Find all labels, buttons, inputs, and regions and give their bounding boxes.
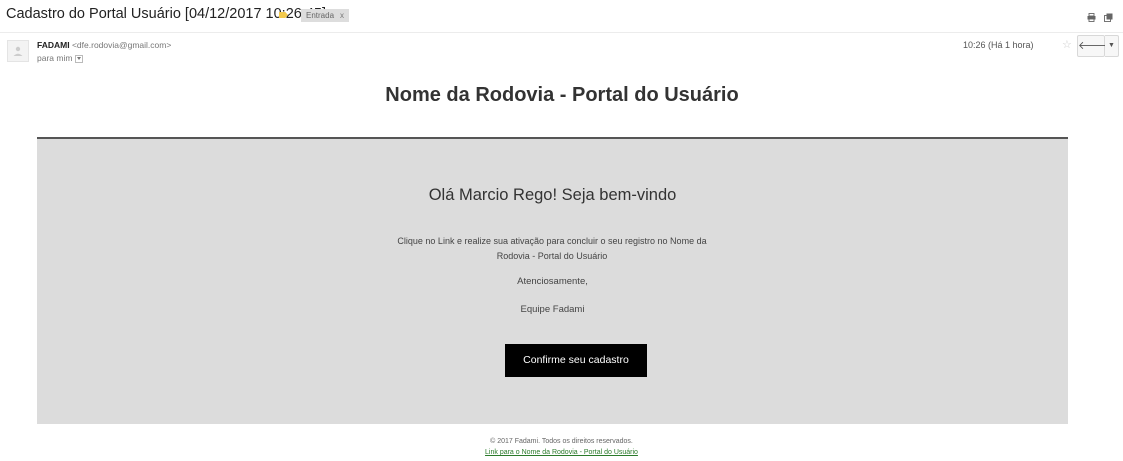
recipient-line: para mim xyxy=(37,53,84,63)
footer-copyright: © 2017 Fadami. Todos os direitos reserva… xyxy=(490,438,633,445)
email-timestamp: 10:26 (Há 1 hora) xyxy=(963,40,1034,50)
team-signature: Equipe Fadami xyxy=(520,304,585,315)
print-icon[interactable] xyxy=(1087,9,1096,22)
header-actions xyxy=(1087,9,1113,22)
inbox-label-chip[interactable]: Entrada x xyxy=(301,9,350,22)
sender-line: FADAMI <dfe.rodovia@gmail.com> xyxy=(37,40,171,50)
inbox-label-text: Entrada xyxy=(306,11,335,20)
more-options-button[interactable]: ▼ xyxy=(1105,35,1119,57)
avatar-placeholder-icon xyxy=(13,46,23,56)
reply-icon: 🡐 xyxy=(1078,40,1108,52)
confirm-registration-button[interactable]: Confirme seu cadastro xyxy=(505,344,647,377)
email-title: Nome da Rodovia - Portal do Usuário xyxy=(385,84,739,106)
email-content-panel: Olá Marcio Rego! Seja bem-vindo Clique n… xyxy=(37,139,1068,424)
sender-name[interactable]: FADAMI xyxy=(37,40,70,50)
star-icon[interactable]: ☆ xyxy=(1062,38,1072,51)
sender-email: <dfe.rodovia@gmail.com> xyxy=(71,40,172,50)
email-subject: Cadastro do Portal Usuário [04/12/2017 1… xyxy=(6,6,327,22)
reply-button[interactable]: 🡐 xyxy=(1077,35,1108,57)
show-details-icon[interactable] xyxy=(75,55,84,63)
email-header-bar: Cadastro do Portal Usuário [04/12/2017 1… xyxy=(0,0,1123,33)
activation-message: Clique no Link e realize sua ativação pa… xyxy=(397,236,707,261)
remove-label-icon[interactable]: x xyxy=(340,11,344,20)
chevron-down-icon: ▼ xyxy=(1108,42,1115,49)
new-window-icon[interactable] xyxy=(1104,9,1113,22)
greeting: Olá Marcio Rego! Seja bem-vindo xyxy=(428,186,677,204)
regards-text: Atenciosamente, xyxy=(517,276,588,287)
sender-avatar[interactable] xyxy=(7,40,29,62)
footer-portal-link[interactable]: Link para o Nome da Rodovia - Portal do … xyxy=(0,449,1123,456)
recipient-text: para mim xyxy=(37,53,73,63)
